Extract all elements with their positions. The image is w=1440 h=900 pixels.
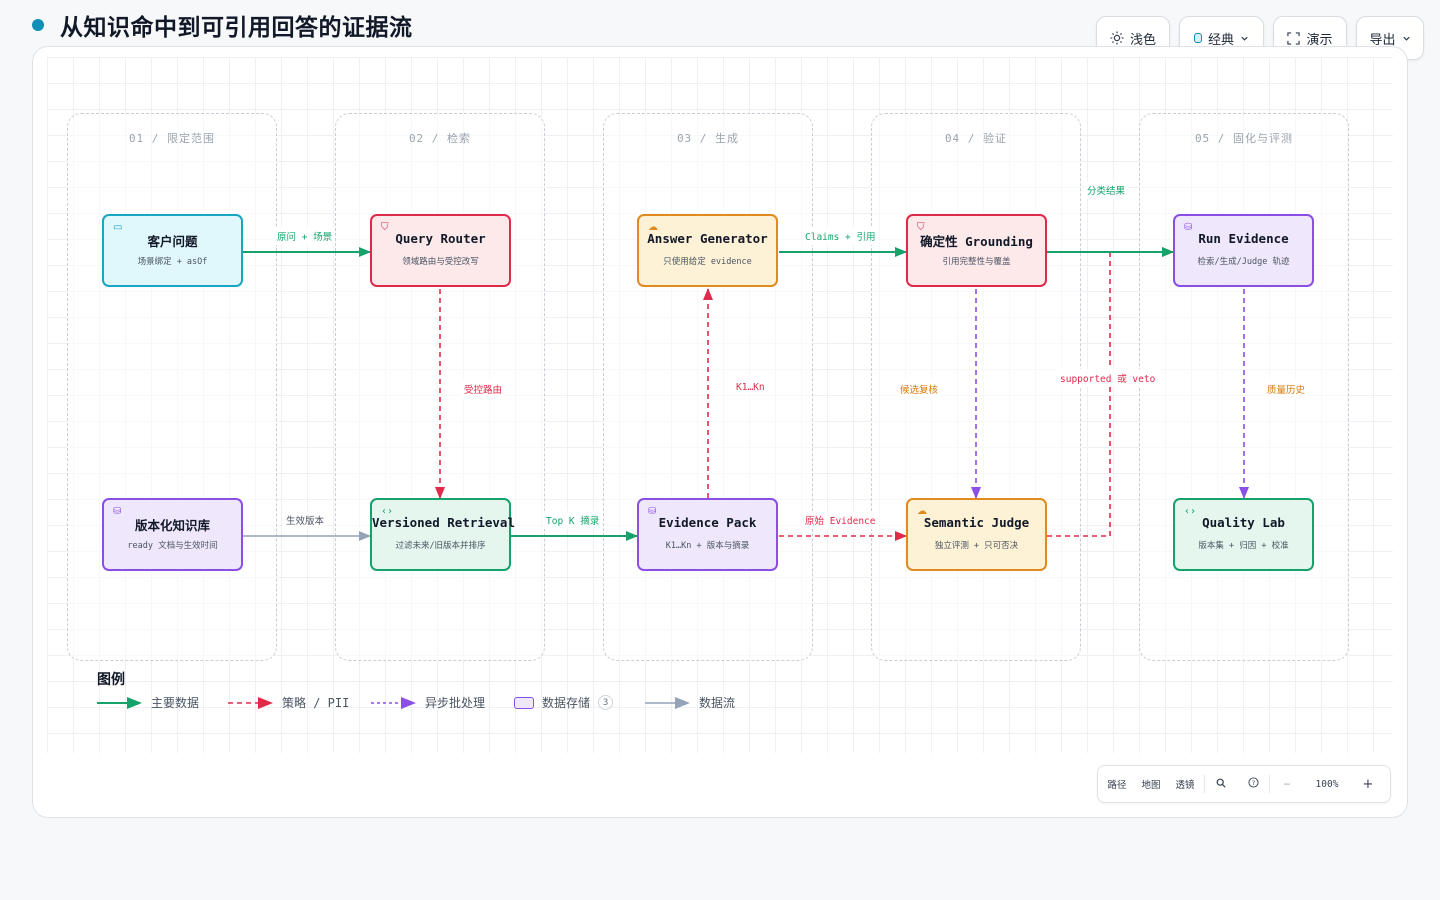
node-title: Versioned Retrieval bbox=[372, 515, 515, 530]
legend-item-flow: 数据流 bbox=[645, 694, 735, 711]
legend-item-primary: 主要数据 bbox=[97, 694, 199, 711]
fullscreen-icon bbox=[1287, 31, 1301, 45]
edge-label-run-quality: 质量历史 bbox=[1264, 380, 1309, 398]
diagram-canvas[interactable]: 01 / 限定范围 02 / 检索 03 / 生成 04 / 验证 05 / 固… bbox=[32, 46, 1408, 818]
style-label: 经典 bbox=[1207, 32, 1234, 48]
node-grounding[interactable]: ⛉ 确定性 Grounding 引用完整性与覆盖 bbox=[906, 214, 1047, 287]
path-button[interactable]: 路径 bbox=[1098, 777, 1136, 791]
node-subtitle: K1…Kn + 版本与摘录 bbox=[665, 541, 750, 551]
sun-icon bbox=[1110, 31, 1124, 45]
solid-arrow-icon bbox=[97, 696, 142, 709]
dashed-arrow-icon bbox=[371, 696, 416, 709]
node-title: 版本化知识库 bbox=[134, 518, 210, 533]
edge-label-pack-generator: K1…Kn bbox=[733, 380, 768, 395]
node-run-evidence[interactable]: ⛁ Run Evidence 检索/生成/Judge 轨迹 bbox=[1173, 214, 1314, 287]
node-subtitle: 领域路由与受控改写 bbox=[402, 257, 479, 267]
edge-label-retrieval-pack: Top K 摘录 bbox=[543, 511, 603, 529]
node-subtitle: 独立评测 + 只可否决 bbox=[934, 541, 1019, 551]
node-title: 客户问题 bbox=[147, 234, 198, 249]
node-title: 确定性 Grounding bbox=[920, 234, 1033, 249]
node-semantic-judge[interactable]: ☁ Semantic Judge 独立评测 + 只可否决 bbox=[906, 498, 1047, 571]
legend-label: 主要数据 bbox=[151, 696, 200, 710]
chevron-down-icon bbox=[1241, 36, 1248, 41]
page-title: 从知识命中到可引用回答的证据流 bbox=[60, 15, 413, 41]
node-subtitle: 场景绑定 + asOf bbox=[137, 257, 208, 267]
edge-label-grounding-judge: 候选复核 bbox=[897, 380, 942, 398]
zoom-level: 100% bbox=[1315, 778, 1339, 790]
edge-label-generator-grounding: Claims + 引用 bbox=[802, 227, 879, 245]
dashed-arrow-icon bbox=[228, 696, 273, 709]
zoom-in-button[interactable]: + bbox=[1350, 777, 1386, 792]
search-icon[interactable] bbox=[1205, 778, 1237, 791]
node-versioned-retrieval[interactable]: ‹› Versioned Retrieval 过滤未来/旧版本并排序 bbox=[370, 498, 515, 571]
node-subtitle: 只使用给定 evidence bbox=[663, 257, 752, 267]
legend-label: 数据流 bbox=[699, 696, 736, 710]
node-subtitle: 检索/生成/Judge 轨迹 bbox=[1197, 257, 1290, 267]
title-dot bbox=[32, 19, 44, 31]
edge-label-router-retrieval: 受控路由 bbox=[461, 380, 506, 398]
header: 从知识命中到可引用回答的证据流 bbox=[32, 8, 413, 42]
style-swatch-icon bbox=[1193, 33, 1202, 43]
present-label: 演示 bbox=[1306, 32, 1333, 48]
lens-button[interactable]: 透镜 bbox=[1166, 777, 1204, 791]
edge-label-grounding-run: 分类结果 bbox=[1084, 181, 1129, 199]
node-evidence-pack[interactable]: ⛁ Evidence Pack K1…Kn + 版本与摘录 bbox=[637, 498, 778, 571]
store-count-badge: 3 bbox=[598, 695, 614, 710]
node-subtitle: 过滤未来/旧版本并排序 bbox=[395, 541, 486, 551]
legend-item-async: 异步批处理 bbox=[371, 694, 485, 711]
node-subtitle: 版本集 + 归因 + 校准 bbox=[1198, 541, 1289, 551]
node-title: Query Router bbox=[395, 231, 486, 246]
node-title: Evidence Pack bbox=[658, 515, 757, 530]
node-title: Quality Lab bbox=[1202, 515, 1285, 530]
zoom-toolbar: 路径 地图 透镜 ? − 100% + bbox=[1097, 765, 1391, 803]
legend-label: 数据存储 bbox=[542, 696, 591, 710]
node-subtitle: 引用完整性与覆盖 bbox=[942, 257, 1011, 267]
node-title: Semantic Judge bbox=[923, 515, 1030, 530]
legend-label: 异步批处理 bbox=[425, 696, 486, 710]
legend-label: 策略 / PII bbox=[282, 696, 350, 710]
map-button[interactable]: 地图 bbox=[1136, 777, 1166, 791]
node-quality-lab[interactable]: ‹› Quality Lab 版本集 + 归因 + 校准 bbox=[1173, 498, 1314, 571]
node-answer-generator[interactable]: ☁ Answer Generator 只使用给定 evidence bbox=[637, 214, 778, 287]
edge-label-pack-judge: 原始 Evidence bbox=[802, 511, 879, 529]
node-title: Run Evidence bbox=[1198, 231, 1289, 246]
edge-label-judge-run: supported 或 veto bbox=[1057, 369, 1159, 387]
legend-item-policy: 策略 / PII bbox=[228, 694, 349, 711]
chevron-down-icon bbox=[1402, 36, 1410, 41]
store-swatch-icon bbox=[514, 696, 534, 709]
node-client-question[interactable]: ▭ 客户问题 场景绑定 + asOf bbox=[102, 214, 243, 287]
node-knowledge-base[interactable]: ⛁ 版本化知识库 ready 文档与生效时间 bbox=[102, 498, 243, 571]
legend-title: 图例 bbox=[97, 672, 125, 688]
zoom-out-button[interactable]: − bbox=[1270, 779, 1304, 790]
svg-text:?: ? bbox=[1251, 779, 1254, 787]
node-title: Answer Generator bbox=[647, 231, 768, 246]
edge-label-kb-retrieval: 生效版本 bbox=[283, 511, 328, 529]
node-subtitle: ready 文档与生效时间 bbox=[127, 541, 218, 551]
solid-arrow-icon bbox=[645, 696, 690, 709]
theme-label: 浅色 bbox=[1129, 32, 1156, 48]
help-icon[interactable]: ? bbox=[1237, 777, 1269, 791]
node-query-router[interactable]: ⛉ Query Router 领域路由与受控改写 bbox=[370, 214, 511, 287]
edge-label-client-router: 原问 + 场景 bbox=[274, 227, 336, 245]
edge-judge-run bbox=[1047, 247, 1174, 537]
legend-item-store: 数据存储 3 bbox=[514, 694, 614, 711]
export-label: 导出 bbox=[1369, 32, 1396, 48]
